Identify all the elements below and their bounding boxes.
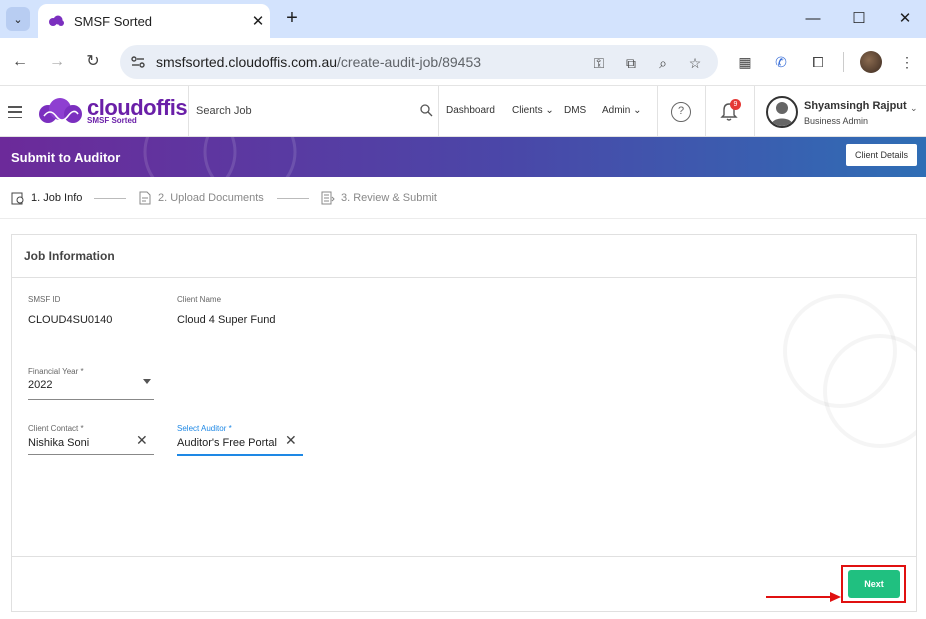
card-footer-divider bbox=[12, 556, 916, 557]
bookmark-star-icon[interactable]: ☆ bbox=[686, 54, 704, 72]
browser-profile-avatar[interactable] bbox=[860, 51, 882, 73]
app-header: cloudoffis SMSF Sorted Search Job Dashbo… bbox=[0, 86, 926, 137]
url-text: smsfsorted.cloudoffis.com.au/create-audi… bbox=[156, 54, 481, 70]
chevron-down-icon: ⌄ bbox=[545, 105, 554, 116]
job-information-card: Job Information SMSF ID CLOUD4SU0140 Cli… bbox=[11, 234, 917, 612]
reload-icon[interactable]: ↻ bbox=[81, 50, 105, 74]
step-upload-documents[interactable]: 2. Upload Documents bbox=[138, 191, 264, 205]
url-path: /create-audit-job/89453 bbox=[337, 54, 482, 70]
cloud-favicon-icon bbox=[49, 15, 64, 26]
decorative-circles bbox=[783, 294, 916, 448]
header-divider bbox=[438, 86, 439, 136]
nav-clients-label: Clients bbox=[512, 105, 543, 116]
client-name-value: Cloud 4 Super Fund bbox=[177, 314, 276, 326]
tab-close-icon[interactable]: ✕ bbox=[246, 12, 270, 30]
financial-year-label: Financial Year * bbox=[28, 367, 84, 376]
nav-admin[interactable]: Admin ⌄ bbox=[602, 105, 642, 116]
user-silhouette-icon bbox=[771, 102, 793, 126]
smsf-id-label: SMSF ID bbox=[28, 295, 61, 304]
clear-auditor-icon[interactable]: ✕ bbox=[285, 433, 297, 447]
user-avatar[interactable] bbox=[766, 96, 798, 128]
page-banner: Submit to Auditor Client Details bbox=[0, 137, 926, 177]
step-review-submit[interactable]: 3. Review & Submit bbox=[321, 191, 437, 205]
window-maximize-button[interactable]: ☐ bbox=[836, 6, 882, 32]
nav-clients[interactable]: Clients ⌄ bbox=[512, 105, 554, 116]
browser-tab[interactable]: SMSF Sorted ✕ bbox=[38, 4, 270, 38]
step-job-info[interactable]: 1. Job Info bbox=[11, 191, 82, 205]
card-title: Job Information bbox=[24, 249, 115, 263]
step-label: 1. Job Info bbox=[31, 192, 83, 204]
window-close-button[interactable]: ✕ bbox=[882, 6, 926, 32]
password-key-icon[interactable]: ⚿ bbox=[590, 54, 608, 72]
financial-year-select[interactable]: 2022 bbox=[28, 376, 154, 400]
wizard-stepper: 1. Job Info 2. Upload Documents 3. Revie… bbox=[0, 177, 926, 219]
header-divider bbox=[754, 86, 755, 136]
zoom-icon[interactable]: ⌕ bbox=[654, 54, 672, 72]
back-arrow-icon[interactable]: ← bbox=[8, 50, 32, 74]
nav-admin-label: Admin bbox=[602, 105, 631, 116]
logo-subtitle: SMSF Sorted bbox=[87, 116, 137, 125]
client-contact-value: Nishika Soni bbox=[28, 437, 90, 449]
chevron-down-icon: ⌄ bbox=[633, 105, 642, 116]
annotation-arrow-head bbox=[830, 592, 841, 602]
new-tab-button[interactable]: + bbox=[280, 7, 304, 31]
browser-tabstrip: ⌄ SMSF Sorted ✕ + — ☐ ✕ bbox=[0, 0, 926, 38]
dropdown-arrow-icon bbox=[143, 379, 151, 384]
annotation-arrow-line bbox=[766, 596, 832, 598]
client-name-label: Client Name bbox=[177, 295, 222, 304]
step-label: 3. Review & Submit bbox=[341, 192, 437, 204]
review-list-icon bbox=[321, 191, 335, 205]
card-header: Job Information bbox=[12, 235, 916, 278]
search-job-input[interactable]: Search Job bbox=[196, 105, 252, 117]
extensions-puzzle-icon[interactable]: ⧠ bbox=[808, 51, 828, 73]
hamburger-menu-icon[interactable] bbox=[8, 106, 22, 118]
upload-document-icon bbox=[139, 191, 151, 205]
job-info-icon bbox=[11, 192, 24, 205]
tab-search-chevron-icon[interactable]: ⌄ bbox=[6, 7, 30, 31]
url-domain: smsfsorted.cloudoffis.com.au bbox=[156, 54, 338, 70]
phone-extension-icon[interactable]: ✆ bbox=[771, 51, 791, 73]
select-auditor-select[interactable]: Auditor's Free Portal ✕ bbox=[177, 431, 303, 456]
nav-dashboard[interactable]: Dashboard bbox=[446, 105, 495, 116]
select-auditor-value: Auditor's Free Portal bbox=[177, 437, 277, 449]
header-divider bbox=[705, 86, 706, 136]
step-connector bbox=[94, 198, 126, 199]
header-divider bbox=[657, 86, 658, 136]
cloudoffis-logo-icon bbox=[39, 98, 82, 123]
tab-title: SMSF Sorted bbox=[74, 13, 153, 29]
search-icon[interactable] bbox=[419, 103, 433, 117]
help-icon[interactable]: ? bbox=[671, 102, 691, 122]
step-label: 2. Upload Documents bbox=[158, 192, 264, 204]
step-connector bbox=[277, 198, 309, 199]
client-contact-select[interactable]: Nishika Soni ✕ bbox=[28, 431, 154, 455]
user-menu-chevron-icon[interactable]: ⌄ bbox=[910, 103, 918, 114]
next-button[interactable]: Next bbox=[848, 570, 900, 598]
smsf-id-value: CLOUD4SU0140 bbox=[28, 314, 113, 326]
user-role: Business Admin bbox=[804, 116, 869, 126]
page-title: Submit to Auditor bbox=[11, 150, 121, 165]
forward-arrow-icon[interactable]: → bbox=[45, 50, 69, 74]
user-name[interactable]: Shyamsingh Rajput bbox=[804, 100, 907, 112]
header-divider bbox=[188, 86, 189, 136]
window-minimize-button[interactable]: — bbox=[790, 6, 836, 32]
notification-badge: 9 bbox=[730, 99, 741, 110]
client-details-button[interactable]: Client Details bbox=[846, 144, 917, 166]
open-in-new-icon[interactable]: ⧉ bbox=[622, 54, 640, 72]
browser-menu-icon[interactable]: ⋮ bbox=[897, 51, 917, 73]
nav-dms[interactable]: DMS bbox=[564, 105, 586, 116]
clear-client-contact-icon[interactable]: ✕ bbox=[136, 433, 148, 447]
financial-year-value: 2022 bbox=[28, 379, 53, 391]
toolbar-divider bbox=[843, 52, 844, 72]
browser-toolbar: ← → ↻ smsfsorted.cloudoffis.com.au/creat… bbox=[0, 38, 926, 86]
qr-code-icon[interactable]: ▦ bbox=[735, 51, 755, 73]
decorative-circles bbox=[143, 137, 297, 177]
site-info-icon[interactable] bbox=[130, 54, 146, 70]
address-bar[interactable]: smsfsorted.cloudoffis.com.au/create-audi… bbox=[120, 45, 718, 79]
